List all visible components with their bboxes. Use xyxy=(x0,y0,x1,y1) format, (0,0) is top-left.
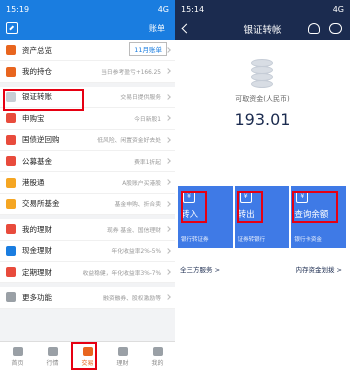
transfer-icon[interactable] xyxy=(6,22,18,34)
menu-item-icon xyxy=(6,198,16,209)
trade-menu-screen: 15:19 4G 账单 资产总览 我的持仓 当日参考盈亏+166.25 银证转账 交易日… xyxy=(0,0,175,371)
tab-item[interactable]: 行情 xyxy=(35,342,70,371)
menu-item-label: 定期理财 xyxy=(22,267,52,277)
top-bar: 银证转帐 xyxy=(175,18,350,40)
menu-item-sub: 当日参考盈亏+166.25 xyxy=(101,70,161,77)
status-time: 15:19 xyxy=(6,4,30,14)
menu-item-sub: 年化收益率2%-5% xyxy=(111,249,161,256)
tab-item[interactable]: 我的 xyxy=(140,342,175,371)
menu-item-label: 现金理财 xyxy=(22,246,52,256)
trade-menu: 资产总览 我的持仓 当日参考盈亏+166.25 银证转账 交易日提供服务 申购宝 今日新股1… xyxy=(0,40,175,309)
menu-item[interactable]: 现金理财 年化收益率2%-5% xyxy=(0,241,175,262)
chevron-right-icon xyxy=(165,200,171,207)
menu-item[interactable]: 申购宝 今日新股1 xyxy=(0,108,175,130)
menu-item-icon xyxy=(6,134,16,145)
tab-item[interactable]: 首页 xyxy=(0,342,35,371)
tab-label: 首页 xyxy=(11,359,24,367)
menu-item-sub: 融资融券、股权激励等 xyxy=(103,295,161,302)
headset-icon[interactable] xyxy=(308,23,320,34)
status-time: 15:14 xyxy=(181,4,205,14)
card-sub: 证券转银行 xyxy=(237,237,266,243)
chevron-right-icon xyxy=(165,226,171,232)
menu-item-icon xyxy=(6,245,16,256)
menu-item-label: 港股通 xyxy=(22,178,45,188)
chevron-right-icon xyxy=(165,294,171,301)
menu-item[interactable]: 我的持仓 当日参考盈亏+166.25 xyxy=(0,61,175,83)
menu-item-sub: 现券 基金、国信理财 xyxy=(106,227,161,234)
menu-item-label: 交易所基金 xyxy=(22,199,60,209)
top-bar: 账单 xyxy=(0,18,175,40)
menu-item[interactable]: 港股通 A股账户买港股 xyxy=(0,172,175,194)
chevron-right-icon xyxy=(165,115,171,122)
menu-item-sub: 交易日提供服务 xyxy=(120,95,161,102)
tab-icon xyxy=(152,346,163,356)
tab-icon xyxy=(12,346,23,356)
tab-label: 理财 xyxy=(116,359,129,367)
menu-item-sub: 低风险、闲置资金好去处 xyxy=(97,138,161,145)
menu-item-sub: 收益稳健，年化收益率3%-7% xyxy=(82,270,161,277)
menu-item[interactable]: 定期理财 收益稳健，年化收益率3%-7% xyxy=(0,262,175,284)
chevron-right-icon xyxy=(165,179,171,186)
menu-item-icon xyxy=(6,113,16,124)
menu-item-icon xyxy=(6,224,16,235)
menu-item[interactable]: 我的理财 现券 基金、国信理财 xyxy=(0,219,175,241)
status-bar: 15:19 4G xyxy=(0,0,175,18)
menu-item-sub: 基金申购、折合卖 xyxy=(114,202,161,209)
chevron-right-icon xyxy=(165,93,171,100)
tab-icon xyxy=(47,346,58,356)
menu-item-icon xyxy=(6,177,16,188)
tab-label: 行情 xyxy=(46,359,59,367)
menu-item-icon xyxy=(6,45,16,56)
available-funds-label: 可取资金(人民币) xyxy=(235,95,290,103)
menu-item[interactable]: 国债逆回购 低风险、闲置资金好去处 xyxy=(0,130,175,151)
chevron-right-icon xyxy=(165,158,171,164)
available-funds-value: 193.01 xyxy=(234,110,291,129)
menu-item[interactable]: 更多功能 融资融券、股权激励等 xyxy=(0,287,175,309)
menu-item-label: 国债逆回购 xyxy=(22,135,60,145)
menu-item-sub: A股账户买港股 xyxy=(122,181,161,188)
menu-item-label: 公募基金 xyxy=(22,156,52,166)
message-icon[interactable] xyxy=(329,23,342,34)
menu-item-icon xyxy=(6,66,16,77)
third-party-services-link[interactable]: 全三方服务 > xyxy=(180,264,220,274)
menu-item-sub: 费率1折起 xyxy=(134,159,161,166)
bill-link[interactable]: 账单 xyxy=(149,23,165,34)
chevron-right-icon xyxy=(165,136,171,143)
bank-transfer-screen: 15:14 4G 银证转帐 可取资金(人民币) 193.01 ¥ 转入 银行转证… xyxy=(175,0,350,371)
menu-item-label: 更多功能 xyxy=(22,292,52,302)
tab-item[interactable]: 理财 xyxy=(105,342,140,371)
status-signal: 4G xyxy=(332,4,344,14)
chevron-right-icon xyxy=(165,247,171,254)
status-bar: 15:14 4G xyxy=(175,0,350,18)
fund-allocation-link[interactable]: 内存资金划拨 > xyxy=(295,264,342,274)
coin-stack-icon xyxy=(251,58,273,88)
card-sub: 银行转证券 xyxy=(181,237,209,243)
menu-item-icon xyxy=(6,292,16,303)
menu-item[interactable]: 公募基金 费率1折起 xyxy=(0,151,175,173)
tab-label: 我的 xyxy=(151,359,164,367)
menu-item-icon xyxy=(6,267,16,278)
bill-badge: 11月账单 xyxy=(129,42,167,56)
highlight-query-balance xyxy=(292,191,338,223)
card-sub: 银行卡资金 xyxy=(294,237,322,243)
chevron-right-icon xyxy=(165,269,171,275)
tab-icon xyxy=(117,346,128,356)
menu-item-label: 我的持仓 xyxy=(22,67,52,77)
page-title: 银证转帐 xyxy=(243,25,282,36)
menu-item-icon xyxy=(6,156,16,167)
bottom-links: 全三方服务 > 内存资金划拨 > xyxy=(180,264,342,274)
highlight-transfer-in xyxy=(181,191,207,223)
menu-item-label: 我的理财 xyxy=(22,224,52,234)
menu-item-label: 申购宝 xyxy=(22,113,45,123)
status-signal: 4G xyxy=(157,4,169,14)
highlight-transfer-out xyxy=(237,191,263,223)
screenshot-root: 15:19 4G 账单 资产总览 我的持仓 当日参考盈亏+166.25 银证转账 交易日… xyxy=(0,0,350,371)
chevron-right-icon xyxy=(165,68,171,75)
highlight-trade-tab xyxy=(71,342,97,370)
highlight-bank-transfer xyxy=(3,89,84,111)
menu-item[interactable]: 交易所基金 基金申购、折合卖 xyxy=(0,194,175,216)
menu-item-sub: 今日新股1 xyxy=(134,116,161,123)
